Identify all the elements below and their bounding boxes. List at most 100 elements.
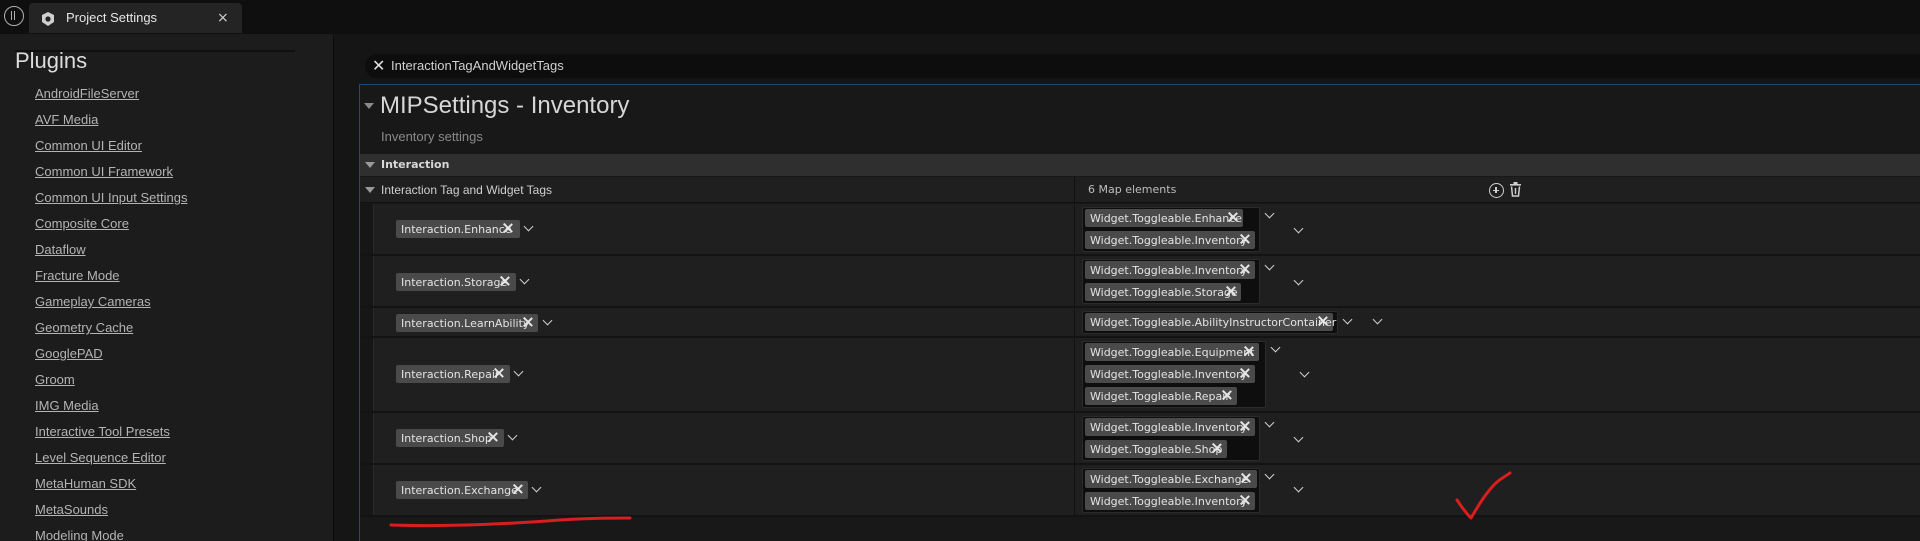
sidebar-item-level-sequence-editor[interactable]: Level Sequence Editor xyxy=(35,449,187,475)
value-tag-chip[interactable]: Widget.Toggleable.AbilityInstructorConta… xyxy=(1085,313,1336,331)
chevron-down-icon[interactable] xyxy=(1342,314,1353,325)
column-divider[interactable] xyxy=(1074,256,1075,306)
sidebar-item-avf-media[interactable]: AVF Media xyxy=(35,111,187,137)
sidebar-item-dataflow[interactable]: Dataflow xyxy=(35,241,187,267)
column-divider[interactable] xyxy=(1074,308,1075,336)
remove-tag-icon[interactable] xyxy=(1241,473,1251,483)
clear-search-icon[interactable]: ✕ xyxy=(372,56,385,75)
key-tag-label: Interaction.Enhance xyxy=(401,223,512,236)
trash-icon[interactable] xyxy=(1509,182,1522,197)
column-divider[interactable] xyxy=(1074,177,1075,203)
chevron-down-icon[interactable] xyxy=(1293,275,1304,286)
key-tag-chip[interactable]: Interaction.Repair xyxy=(396,365,510,383)
property-interaction-tag-widget-tags: Interaction Tag and Widget Tags 6 Map el… xyxy=(360,177,1920,203)
value-tag-chip[interactable]: Widget.Toggleable.Equipment xyxy=(1085,343,1259,361)
remove-tag-icon[interactable] xyxy=(1244,346,1254,356)
unreal-logo-icon[interactable] xyxy=(4,6,24,26)
category-interaction[interactable]: Interaction xyxy=(360,154,1920,176)
map-row: Interaction.Storage Widget.Toggleable.In… xyxy=(360,256,1920,308)
value-tag-label: Widget.Toggleable.Enhance xyxy=(1090,212,1243,225)
chevron-down-icon[interactable] xyxy=(542,315,553,326)
remove-tag-icon[interactable] xyxy=(488,432,498,442)
sidebar-item-androidfileserver[interactable]: AndroidFileServer xyxy=(35,85,187,111)
remove-tag-icon[interactable] xyxy=(1240,421,1250,431)
sidebar-item-img-media[interactable]: IMG Media xyxy=(35,397,187,423)
chevron-down-icon[interactable] xyxy=(1264,417,1275,428)
remove-tag-icon[interactable] xyxy=(503,223,513,233)
sidebar-item-common-ui-framework[interactable]: Common UI Framework xyxy=(35,163,187,189)
sidebar-item-googlepad[interactable]: GooglePAD xyxy=(35,345,187,371)
map-row: Interaction.LearnAbility Widget.Toggleab… xyxy=(360,308,1920,338)
remove-tag-icon[interactable] xyxy=(1222,390,1232,400)
value-tag-chip[interactable]: Widget.Toggleable.Inventory xyxy=(1085,231,1255,249)
sidebar-item-modeling-mode[interactable]: Modeling Mode xyxy=(35,527,187,541)
sidebar-item-composite-core[interactable]: Composite Core xyxy=(35,215,187,241)
remove-tag-icon[interactable] xyxy=(1228,212,1238,222)
remove-tag-icon[interactable] xyxy=(1240,368,1250,378)
chevron-down-icon[interactable] xyxy=(1264,469,1275,480)
chevron-down-icon[interactable] xyxy=(513,366,524,377)
remove-tag-icon[interactable] xyxy=(1240,234,1250,244)
sidebar-item-interactive-tool-presets[interactable]: Interactive Tool Presets xyxy=(35,423,187,449)
chevron-down-icon[interactable] xyxy=(1270,342,1281,353)
chevron-down-icon[interactable] xyxy=(1293,432,1304,443)
property-label: Interaction Tag and Widget Tags xyxy=(381,183,552,197)
sidebar-item-groom[interactable]: Groom xyxy=(35,371,187,397)
value-tag-chip[interactable]: Widget.Toggleable.Enhance xyxy=(1085,209,1243,227)
sidebar-item-metahuman-sdk[interactable]: MetaHuman SDK xyxy=(35,475,187,501)
value-tag-label: Widget.Toggleable.Equipment xyxy=(1090,346,1255,359)
remove-tag-icon[interactable] xyxy=(1240,495,1250,505)
key-tag-chip[interactable]: Interaction.Storage xyxy=(396,273,516,291)
category-arrow-icon[interactable] xyxy=(365,162,375,168)
chevron-down-icon[interactable] xyxy=(519,274,530,285)
column-divider[interactable] xyxy=(1074,338,1075,411)
sidebar-item-fracture-mode[interactable]: Fracture Mode xyxy=(35,267,187,293)
remove-tag-icon[interactable] xyxy=(494,368,504,378)
remove-tag-icon[interactable] xyxy=(513,484,523,494)
chevron-down-icon[interactable] xyxy=(1293,223,1304,234)
add-element-icon[interactable] xyxy=(1489,183,1504,198)
value-tag-chip[interactable]: Widget.Toggleable.Inventory xyxy=(1085,418,1255,436)
map-element-count: 6 Map elements xyxy=(1088,183,1177,196)
sidebar-item-geometry-cache[interactable]: Geometry Cache xyxy=(35,319,187,345)
value-tag-chip[interactable]: Widget.Toggleable.Shop xyxy=(1085,440,1227,458)
remove-tag-icon[interactable] xyxy=(1240,264,1250,274)
value-tag-chip[interactable]: Widget.Toggleable.Storage xyxy=(1085,283,1241,301)
search-input[interactable]: ✕ InteractionTagAndWidgetTags xyxy=(365,54,1920,78)
sidebar-item-common-ui-editor[interactable]: Common UI Editor xyxy=(35,137,187,163)
tab-close-icon[interactable]: × xyxy=(217,10,229,26)
tab-project-settings[interactable]: Project Settings × xyxy=(29,3,242,33)
sidebar-item-metasounds[interactable]: MetaSounds xyxy=(35,501,187,527)
chevron-down-icon[interactable] xyxy=(507,430,518,441)
remove-tag-icon[interactable] xyxy=(1226,286,1236,296)
remove-tag-icon[interactable] xyxy=(1212,443,1222,453)
chevron-down-icon[interactable] xyxy=(1299,367,1310,378)
chevron-down-icon[interactable] xyxy=(1264,208,1275,219)
value-tag-chip[interactable]: Widget.Toggleable.Repair xyxy=(1085,387,1237,405)
chevron-down-icon[interactable] xyxy=(1293,482,1304,493)
key-tag-chip[interactable]: Interaction.Enhance xyxy=(396,220,520,238)
column-divider[interactable] xyxy=(1074,413,1075,463)
chevron-down-icon[interactable] xyxy=(1372,314,1383,325)
collapse-arrow-icon[interactable] xyxy=(364,103,374,109)
column-divider[interactable] xyxy=(1074,204,1075,254)
chevron-down-icon[interactable] xyxy=(1264,260,1275,271)
value-tag-chip[interactable]: Widget.Toggleable.Inventory xyxy=(1085,492,1255,510)
key-tag-chip[interactable]: Interaction.Shop xyxy=(396,429,504,447)
value-tag-chip[interactable]: Widget.Toggleable.Exchange xyxy=(1085,470,1257,488)
value-tag-chip[interactable]: Widget.Toggleable.Inventory xyxy=(1085,261,1255,279)
column-divider[interactable] xyxy=(1074,465,1075,515)
remove-tag-icon[interactable] xyxy=(523,317,533,327)
sidebar-item-common-ui-input-settings[interactable]: Common UI Input Settings xyxy=(35,189,187,215)
value-tag-chip[interactable]: Widget.Toggleable.Inventory xyxy=(1085,365,1255,383)
search-value[interactable]: InteractionTagAndWidgetTags xyxy=(391,58,564,73)
key-tag-chip[interactable]: Interaction.LearnAbility xyxy=(396,314,538,332)
sidebar-item-gameplay-cameras[interactable]: Gameplay Cameras xyxy=(35,293,187,319)
map-row: Interaction.Exchange Widget.Toggleable.E… xyxy=(360,465,1920,517)
chevron-down-icon[interactable] xyxy=(523,221,534,232)
remove-tag-icon[interactable] xyxy=(500,276,510,286)
key-tag-chip[interactable]: Interaction.Exchange xyxy=(396,481,528,499)
chevron-down-icon[interactable] xyxy=(531,482,542,493)
remove-tag-icon[interactable] xyxy=(1318,316,1328,326)
property-expand-arrow-icon[interactable] xyxy=(365,187,375,193)
